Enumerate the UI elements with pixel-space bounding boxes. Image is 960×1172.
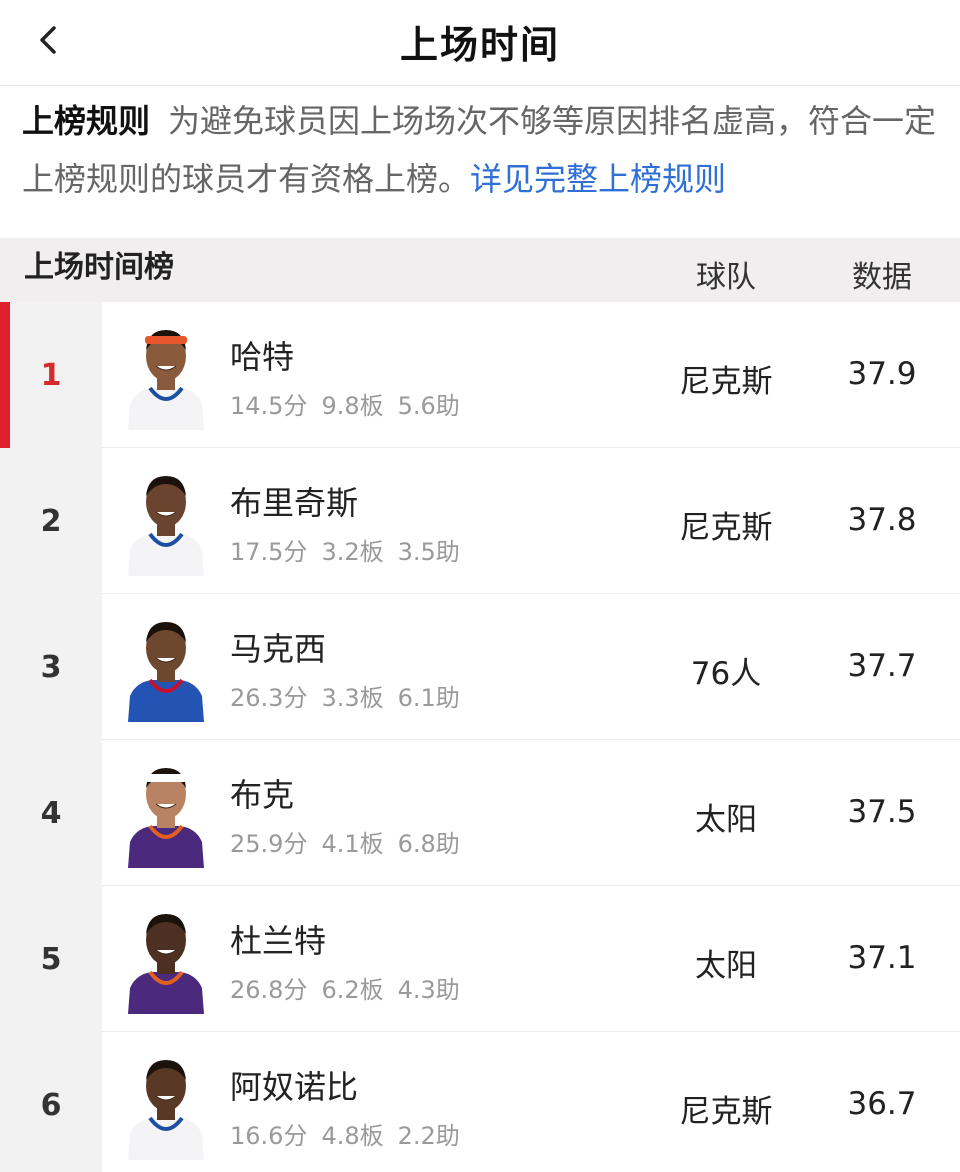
player-name[interactable]: 杜兰特 <box>230 916 326 962</box>
team-name: 尼克斯 <box>679 510 773 546</box>
player-cell: 布克 25.9分 4.1板 6.8助 太阳 37.5 <box>102 740 960 886</box>
stat-reb: 9.8板 <box>321 392 384 420</box>
column-header-data: 数据 <box>852 260 912 295</box>
player-stats: 26.8分 6.2板 4.3助 <box>230 970 474 1005</box>
stat-ast: 4.3助 <box>397 976 460 1004</box>
rank-number: 6 <box>40 1087 62 1123</box>
stat-reb: 4.1板 <box>321 830 384 858</box>
player-cell: 杜兰特 26.8分 6.2板 4.3助 太阳 37.1 <box>102 886 960 1032</box>
minutes-value: 36.7 <box>847 1086 917 1122</box>
ranking-row[interactable]: 3 马克西 26.3分 3.3板 6.1助 76人 37.7 <box>0 594 960 740</box>
stat-ast: 6.8助 <box>397 830 460 858</box>
page-title: 上场时间 <box>399 23 560 67</box>
board-title: 上场时间榜 <box>24 250 174 285</box>
rank-number: 3 <box>40 649 62 685</box>
team-name: 太阳 <box>695 948 757 984</box>
player-stats: 16.6分 4.8板 2.2助 <box>230 1116 474 1151</box>
player-avatar <box>128 914 204 1014</box>
player-stats: 26.3分 3.3板 6.1助 <box>230 678 474 713</box>
player-cell: 马克西 26.3分 3.3板 6.1助 76人 37.7 <box>102 594 960 740</box>
stat-pts: 14.5分 <box>230 392 308 420</box>
stat-ast: 3.5助 <box>397 538 460 566</box>
ranking-row[interactable]: 5 杜兰特 26.8分 6.2板 4.3助 太阳 37.1 <box>0 886 960 1032</box>
player-avatar <box>128 1060 204 1160</box>
ranking-row[interactable]: 4 布克 25.9分 4.1板 6.8助 太阳 37.5 <box>0 740 960 886</box>
full-rules-link[interactable]: 详见完整上榜规则 <box>470 160 726 198</box>
player-avatar <box>128 330 204 430</box>
player-name[interactable]: 布克 <box>230 770 294 816</box>
stat-reb: 4.8板 <box>321 1122 384 1150</box>
stat-ast: 6.1助 <box>397 684 460 712</box>
column-header-team: 球队 <box>696 260 756 295</box>
minutes-value: 37.1 <box>847 940 917 976</box>
minutes-value: 37.7 <box>847 648 917 684</box>
minutes-value: 37.5 <box>847 794 917 830</box>
stat-pts: 16.6分 <box>230 1122 308 1150</box>
stat-pts: 25.9分 <box>230 830 308 858</box>
board-header: 上场时间榜 球队 数据 <box>0 238 960 302</box>
stat-ast: 2.2助 <box>397 1122 460 1150</box>
ranking-row[interactable]: 6 阿奴诺比 16.6分 4.8板 2.2助 尼克斯 36.7 <box>0 1032 960 1172</box>
rank-number: 1 <box>40 357 62 393</box>
minutes-value: 37.8 <box>847 502 917 538</box>
player-stats: 14.5分 9.8板 5.6助 <box>230 386 474 421</box>
top-nav-bar: 上场时间 <box>0 0 960 86</box>
ranking-row[interactable]: 2 布里奇斯 17.5分 3.2板 3.5助 尼克斯 37.8 <box>0 448 960 594</box>
player-name[interactable]: 阿奴诺比 <box>230 1062 358 1108</box>
player-cell: 阿奴诺比 16.6分 4.8板 2.2助 尼克斯 36.7 <box>102 1032 960 1172</box>
stat-pts: 26.3分 <box>230 684 308 712</box>
rules-heading: 上榜规则 <box>22 102 151 140</box>
player-cell: 哈特 14.5分 9.8板 5.6助 尼克斯 37.9 <box>102 302 960 448</box>
stat-ast: 5.6助 <box>397 392 460 420</box>
team-name: 太阳 <box>695 802 757 838</box>
team-name: 76人 <box>690 656 762 692</box>
player-cell: 布里奇斯 17.5分 3.2板 3.5助 尼克斯 37.8 <box>102 448 960 594</box>
player-stats: 17.5分 3.2板 3.5助 <box>230 532 474 567</box>
player-avatar <box>128 622 204 722</box>
rank-number: 5 <box>40 941 62 977</box>
rank-number: 2 <box>40 503 62 539</box>
player-name[interactable]: 哈特 <box>230 332 294 378</box>
player-avatar <box>128 476 204 576</box>
player-avatar <box>128 768 204 868</box>
ranking-row[interactable]: 1 哈特 14.5分 9.8板 5.6助 尼克斯 37.9 <box>0 302 960 448</box>
team-name: 尼克斯 <box>679 364 773 400</box>
active-indicator <box>0 302 10 448</box>
stat-pts: 17.5分 <box>230 538 308 566</box>
ranking-rules: 上榜规则 为避免球员因上场场次不够等原因排名虚高，符合一定上榜规则的球员才有资格上… <box>22 92 938 208</box>
player-name[interactable]: 马克西 <box>230 624 326 670</box>
stat-reb: 3.3板 <box>321 684 384 712</box>
stat-reb: 3.2板 <box>321 538 384 566</box>
player-stats: 25.9分 4.1板 6.8助 <box>230 824 474 859</box>
player-name[interactable]: 布里奇斯 <box>230 478 358 524</box>
rank-number: 4 <box>40 795 62 831</box>
stat-pts: 26.8分 <box>230 976 308 1004</box>
minutes-value: 37.9 <box>847 356 917 392</box>
team-name: 尼克斯 <box>679 1094 773 1130</box>
stat-reb: 6.2板 <box>321 976 384 1004</box>
